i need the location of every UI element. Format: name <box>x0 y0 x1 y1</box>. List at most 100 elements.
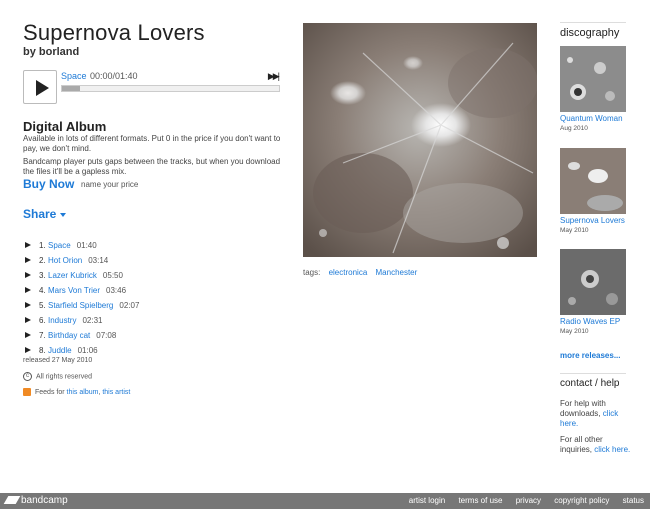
footer-link-terms[interactable]: terms of use <box>458 496 502 505</box>
tags: tags: electronica Manchester <box>303 268 417 277</box>
bandcamp-logo[interactable]: bandcamp <box>3 495 68 506</box>
album-cover-art[interactable] <box>303 23 537 257</box>
audio-player: Space 00:00/01:40 ▶▶| <box>23 70 280 104</box>
discography-item[interactable]: Radio Waves EP May 2010 <box>560 249 626 335</box>
artist-name[interactable]: by borland <box>23 46 79 58</box>
release-title[interactable]: Radio Waves EP <box>560 317 620 326</box>
share-button[interactable]: Share <box>23 207 56 221</box>
track-number: 4. <box>39 286 46 295</box>
track-title[interactable]: Mars Von Trier <box>48 286 100 295</box>
copyright-icon: c <box>23 372 32 381</box>
play-icon[interactable] <box>25 317 31 323</box>
footer-links: artist login terms of use privacy copyri… <box>398 496 644 505</box>
track-row: 1. Space 01:40 <box>23 239 283 254</box>
progress-bar[interactable] <box>61 85 280 92</box>
release-title[interactable]: Quantum Woman <box>560 114 623 123</box>
player-time: 00:00/01:40 <box>90 71 138 81</box>
buy-now-button[interactable]: Buy Now <box>23 177 74 191</box>
play-icon[interactable] <box>25 347 31 353</box>
rss-icon <box>23 388 31 396</box>
track-row: 5. Starfield Spielberg 02:07 <box>23 299 283 314</box>
digital-album-description: Available in lots of different formats. … <box>23 134 281 153</box>
footer-link-privacy[interactable]: privacy <box>516 496 541 505</box>
progress-handle[interactable] <box>62 86 80 91</box>
feeds-separator: , <box>98 388 101 396</box>
feeds: Feeds for this album, this artist <box>23 388 130 396</box>
track-title[interactable]: Juddle <box>48 346 72 355</box>
release-thumbnail[interactable] <box>560 249 626 315</box>
artist-feed-link[interactable]: this artist <box>102 389 130 396</box>
play-icon[interactable] <box>25 332 31 338</box>
track-title[interactable]: Starfield Spielberg <box>48 301 113 310</box>
discography-heading: discography <box>560 27 620 39</box>
divider <box>560 22 626 23</box>
track-duration: 02:31 <box>82 316 103 325</box>
bandcamp-logo-icon <box>3 496 21 504</box>
download-help-text: For help with downloads, <box>560 399 606 418</box>
contact-heading: contact / help <box>560 378 620 389</box>
album-feed-link[interactable]: this album <box>67 389 99 396</box>
track-row: 3. Lazer Kubrick 05:50 <box>23 269 283 284</box>
discography-item[interactable]: Quantum Woman Aug 2010 <box>560 46 626 132</box>
release-title[interactable]: Supernova Lovers <box>560 216 625 225</box>
other-help-link[interactable]: click here. <box>594 445 630 454</box>
track-title[interactable]: Lazer Kubrick <box>48 271 97 280</box>
release-thumbnail[interactable] <box>560 148 626 214</box>
track-title[interactable]: Space <box>48 241 71 250</box>
track-duration: 03:46 <box>106 286 127 295</box>
tag-manchester[interactable]: Manchester <box>376 268 418 277</box>
track-duration: 07:08 <box>96 331 117 340</box>
play-button[interactable] <box>23 70 57 104</box>
release-date: May 2010 <box>560 227 589 234</box>
discography-item[interactable]: Supernova Lovers May 2010 <box>560 148 626 234</box>
footer-link-status[interactable]: status <box>623 496 644 505</box>
release-thumbnail[interactable] <box>560 46 626 112</box>
track-number: 5. <box>39 301 46 310</box>
track-title[interactable]: Industry <box>48 316 76 325</box>
rights-notice: c All rights reserved <box>23 372 92 381</box>
album-title: Supernova Lovers <box>23 20 205 45</box>
release-date: Aug 2010 <box>560 125 588 132</box>
track-number: 7. <box>39 331 46 340</box>
track-row: 6. Industry 02:31 <box>23 314 283 329</box>
tag-electronica[interactable]: electronica <box>329 268 368 277</box>
track-duration: 02:07 <box>119 301 140 310</box>
track-duration: 03:14 <box>88 256 109 265</box>
track-title[interactable]: Hot Orion <box>48 256 82 265</box>
track-number: 6. <box>39 316 46 325</box>
divider <box>560 373 626 374</box>
tracklist: 1. Space 01:40 2. Hot Orion 03:14 3. Lazer Kubr… <box>23 239 283 359</box>
feeds-prefix: Feeds for <box>35 388 65 396</box>
name-your-price: name your price <box>81 180 139 189</box>
rights-text: All rights reserved <box>36 373 93 381</box>
chevron-down-icon[interactable] <box>60 213 66 217</box>
next-track-icon[interactable]: ▶▶| <box>268 71 280 82</box>
footer: bandcamp artist login terms of use priva… <box>0 493 650 509</box>
gapless-note: Bandcamp player puts gaps between the tr… <box>23 157 281 176</box>
track-duration: 01:06 <box>77 346 98 355</box>
footer-link-artist-login[interactable]: artist login <box>409 496 445 505</box>
now-playing-track[interactable]: Space <box>61 71 87 81</box>
track-row: 4. Mars Von Trier 03:46 <box>23 284 283 299</box>
play-icon[interactable] <box>25 257 31 263</box>
release-date: released 27 May 2010 <box>23 357 93 364</box>
other-help: For all other inquiries, click here. <box>560 435 632 455</box>
track-row: 2. Hot Orion 03:14 <box>23 254 283 269</box>
track-title[interactable]: Birthday cat <box>48 331 90 340</box>
footer-link-copyright[interactable]: copyright policy <box>554 496 609 505</box>
play-icon[interactable] <box>25 287 31 293</box>
track-number: 1. <box>39 241 46 250</box>
track-number: 2. <box>39 256 46 265</box>
track-row: 7. Birthday cat 07:08 <box>23 329 283 344</box>
digital-album-heading: Digital Album <box>23 119 107 134</box>
track-duration: 01:40 <box>76 241 97 250</box>
track-number: 3. <box>39 271 46 280</box>
bandcamp-logo-text: bandcamp <box>21 495 68 506</box>
play-icon[interactable] <box>25 302 31 308</box>
track-number: 8. <box>39 346 46 355</box>
track-duration: 05:50 <box>102 271 123 280</box>
play-icon[interactable] <box>25 272 31 278</box>
play-icon[interactable] <box>25 242 31 248</box>
tags-label: tags: <box>303 268 321 277</box>
more-releases-link[interactable]: more releases... <box>560 351 620 360</box>
